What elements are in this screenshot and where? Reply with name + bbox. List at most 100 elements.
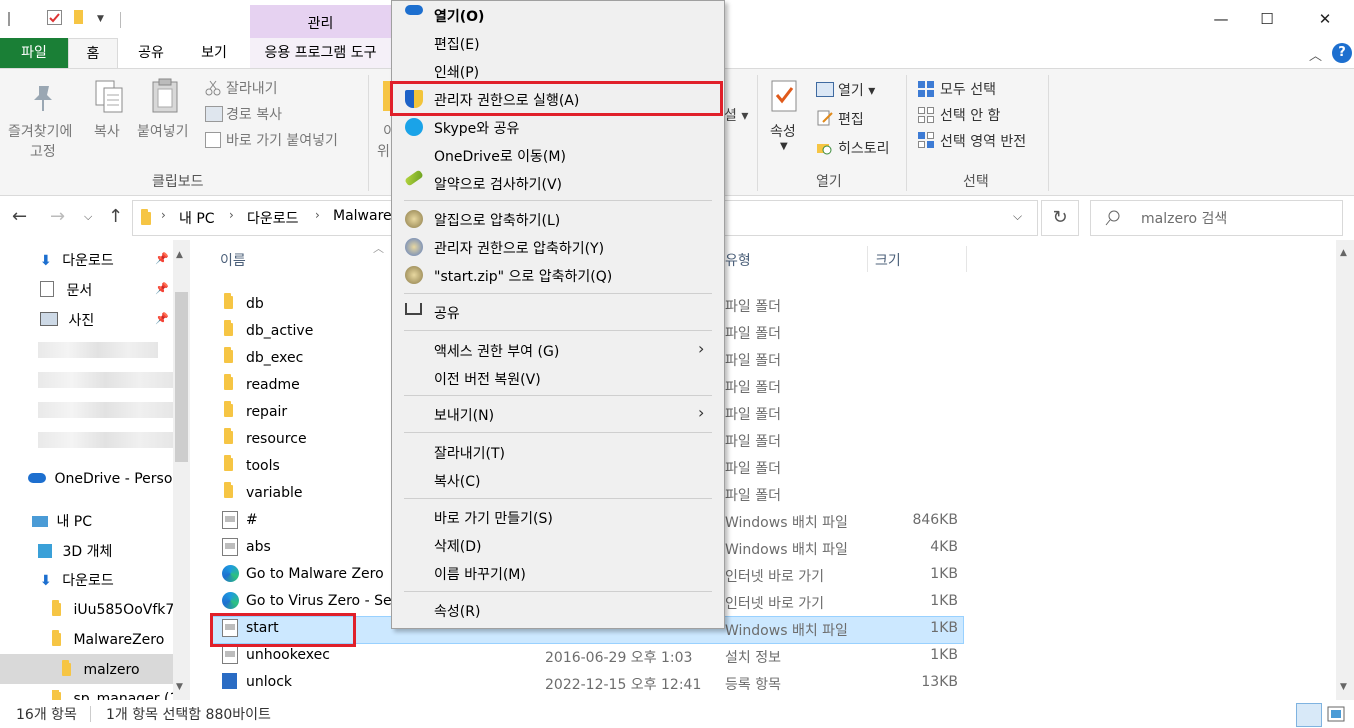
alzip-icon <box>405 266 423 284</box>
menu-item-15[interactable]: 복사(C) <box>434 471 480 491</box>
nav-item-downloads[interactable]: ⬇ 다운로드 <box>40 570 114 590</box>
nav-item-documents[interactable]: 문서 <box>40 280 92 300</box>
column-header-size[interactable]: 크기 <box>875 250 901 270</box>
tab-share[interactable]: 공유 <box>128 38 174 68</box>
details-view-button[interactable] <box>1296 703 1322 727</box>
select-all-icon <box>918 81 934 97</box>
customize-quick-access-icon[interactable]: ▼ <box>97 14 111 30</box>
close-icon: ✕ <box>1318 10 1332 28</box>
tab-file[interactable]: 파일 <box>0 38 68 68</box>
nav-item-malwarezero[interactable]: MalwareZero <box>52 630 164 648</box>
menu-item-19[interactable]: 속성(R) <box>434 601 480 621</box>
menu-item-14[interactable]: 잘라내기(T) <box>434 443 505 463</box>
blurred-nav-item[interactable] <box>38 342 158 358</box>
tab-home[interactable]: 홈 <box>68 38 118 69</box>
scroll-up-icon[interactable]: ▲ <box>176 250 183 260</box>
help-icon[interactable]: ? <box>1332 43 1352 63</box>
folder-quick-icon[interactable] <box>74 10 83 24</box>
paste-shortcut-button[interactable]: 바로 가기 붙여넣기 <box>226 130 338 150</box>
file-list-scrollbar[interactable]: ▲ ▼ <box>1336 240 1354 700</box>
column-header-name[interactable]: 이름 <box>220 250 246 270</box>
forward-button[interactable]: → <box>50 206 65 227</box>
menu-item-17[interactable]: 삭제(D) <box>434 536 481 556</box>
scroll-down-icon[interactable]: ▼ <box>1340 682 1347 692</box>
column-header-type[interactable]: 유형 <box>725 250 751 270</box>
nav-item-3d-objects[interactable]: 3D 개체 <box>38 541 112 561</box>
nav-item-sp-manager[interactable]: sp_manager (1 <box>52 690 178 700</box>
nav-label: iUu585OoVfk7 <box>73 602 175 618</box>
large-icons-view-button[interactable] <box>1326 705 1346 723</box>
nav-item-onedrive[interactable]: OneDrive - Person <box>28 471 181 487</box>
menu-item-16[interactable]: 바로 가기 만들기(S) <box>434 508 553 528</box>
menu-item-1[interactable]: 편집(E) <box>434 34 480 54</box>
cut-button[interactable]: 잘라내기 <box>226 78 278 98</box>
menu-item-0[interactable]: 열기(O) <box>434 6 484 26</box>
address-dropdown-icon[interactable]: ⌵ <box>1013 209 1022 224</box>
breadcrumb-this-pc[interactable]: 내 PC <box>179 208 215 228</box>
nav-item-downloads-quick[interactable]: ⬇ 다운로드 <box>40 250 114 270</box>
menu-item-6[interactable]: 알약으로 검사하기(V) <box>434 174 562 194</box>
menu-item-12[interactable]: 이전 버전 복원(V) <box>434 369 541 389</box>
tab-view[interactable]: 보기 <box>190 38 238 68</box>
edit-button[interactable]: 편집 <box>838 109 864 129</box>
nav-scroll-thumb[interactable] <box>175 292 188 462</box>
select-all-button[interactable]: 모두 선택 <box>940 79 996 99</box>
open-button[interactable]: 열기 ▾ <box>838 80 875 100</box>
menu-item-5[interactable]: OneDrive로 이동(M) <box>434 146 566 166</box>
copy-path-button[interactable]: 경로 복사 <box>226 104 282 124</box>
breadcrumb-downloads[interactable]: 다운로드 <box>247 208 299 228</box>
up-button[interactable]: ↑ <box>108 206 123 227</box>
minimize-button[interactable]: — <box>1198 0 1244 38</box>
blurred-nav-item[interactable] <box>38 402 173 418</box>
nav-scrollbar[interactable]: ▲ ▼ <box>173 240 190 700</box>
properties-icon <box>770 79 800 115</box>
open-group-label: 열기 <box>816 174 842 190</box>
close-button[interactable]: ✕ <box>1302 0 1348 38</box>
breadcrumb-malware[interactable]: Malware <box>333 208 392 224</box>
maximize-button[interactable]: ☐ <box>1244 0 1290 38</box>
menu-item-10[interactable]: 공유 <box>434 303 460 323</box>
new-item-partial-label[interactable]: 셜 ▾ <box>724 105 748 125</box>
menu-item-13[interactable]: 보내기(N) <box>434 405 494 425</box>
onedrive-icon <box>405 5 423 15</box>
back-button[interactable]: ← <box>12 206 27 227</box>
pin-icon: 📌 <box>155 312 169 325</box>
menu-item-4[interactable]: Skype와 공유 <box>434 118 519 138</box>
menu-item-8[interactable]: 관리자 권한으로 압축하기(Y) <box>434 238 604 258</box>
invert-selection-button[interactable]: 선택 영역 반전 <box>940 131 1026 151</box>
open-icon <box>816 82 834 97</box>
folder-icon <box>224 455 233 471</box>
recent-locations-icon[interactable]: ⌵ <box>84 210 92 224</box>
checkbox-quick-icon[interactable] <box>47 10 62 25</box>
properties-button[interactable]: 속성 <box>770 121 796 141</box>
history-button[interactable]: 히스토리 <box>838 138 890 158</box>
menu-item-18[interactable]: 이름 바꾸기(M) <box>434 564 526 584</box>
nav-item-subfolder[interactable]: iUu585OoVfk7 <box>52 600 175 618</box>
refresh-button[interactable]: ↻ <box>1041 200 1079 236</box>
menu-item-11[interactable]: 액세스 권한 부여 (G) <box>434 341 559 361</box>
tab-application-tools[interactable]: 응용 프로그램 도구 <box>250 38 391 68</box>
select-none-button[interactable]: 선택 안 함 <box>940 105 1000 125</box>
blurred-nav-item[interactable] <box>38 432 173 448</box>
nav-item-pictures[interactable]: 사진 <box>40 310 94 330</box>
nav-item-this-pc[interactable]: 내 PC <box>32 511 92 531</box>
properties-dropdown-icon[interactable]: ▼ <box>780 141 788 152</box>
breadcrumb-separator: › <box>161 208 166 222</box>
scroll-down-icon[interactable]: ▼ <box>176 682 183 692</box>
manage-contextual-tab-header: 관리 <box>250 5 391 38</box>
menu-item-7[interactable]: 알집으로 압축하기(L) <box>434 210 560 230</box>
nav-item-malzero[interactable]: malzero <box>62 660 140 678</box>
pin-quick-access-button[interactable]: 즐겨찾기에 <box>8 121 72 141</box>
file-type: 파일 폴더 <box>725 461 781 477</box>
folder-icon <box>224 428 233 444</box>
scroll-up-icon[interactable]: ▲ <box>1340 248 1347 258</box>
menu-item-9[interactable]: "start.zip" 으로 압축하기(Q) <box>434 266 612 286</box>
blurred-nav-item[interactable] <box>38 372 173 388</box>
paste-button[interactable]: 붙여넣기 <box>137 121 189 141</box>
highlight-box-run-as-admin <box>390 81 723 116</box>
collapse-ribbon-icon[interactable]: ︿ <box>1309 45 1322 64</box>
copy-button[interactable]: 복사 <box>94 121 120 141</box>
scissors-icon <box>205 80 221 96</box>
search-input[interactable]: malzero 검색 <box>1090 200 1343 236</box>
menu-item-2[interactable]: 인쇄(P) <box>434 62 479 82</box>
